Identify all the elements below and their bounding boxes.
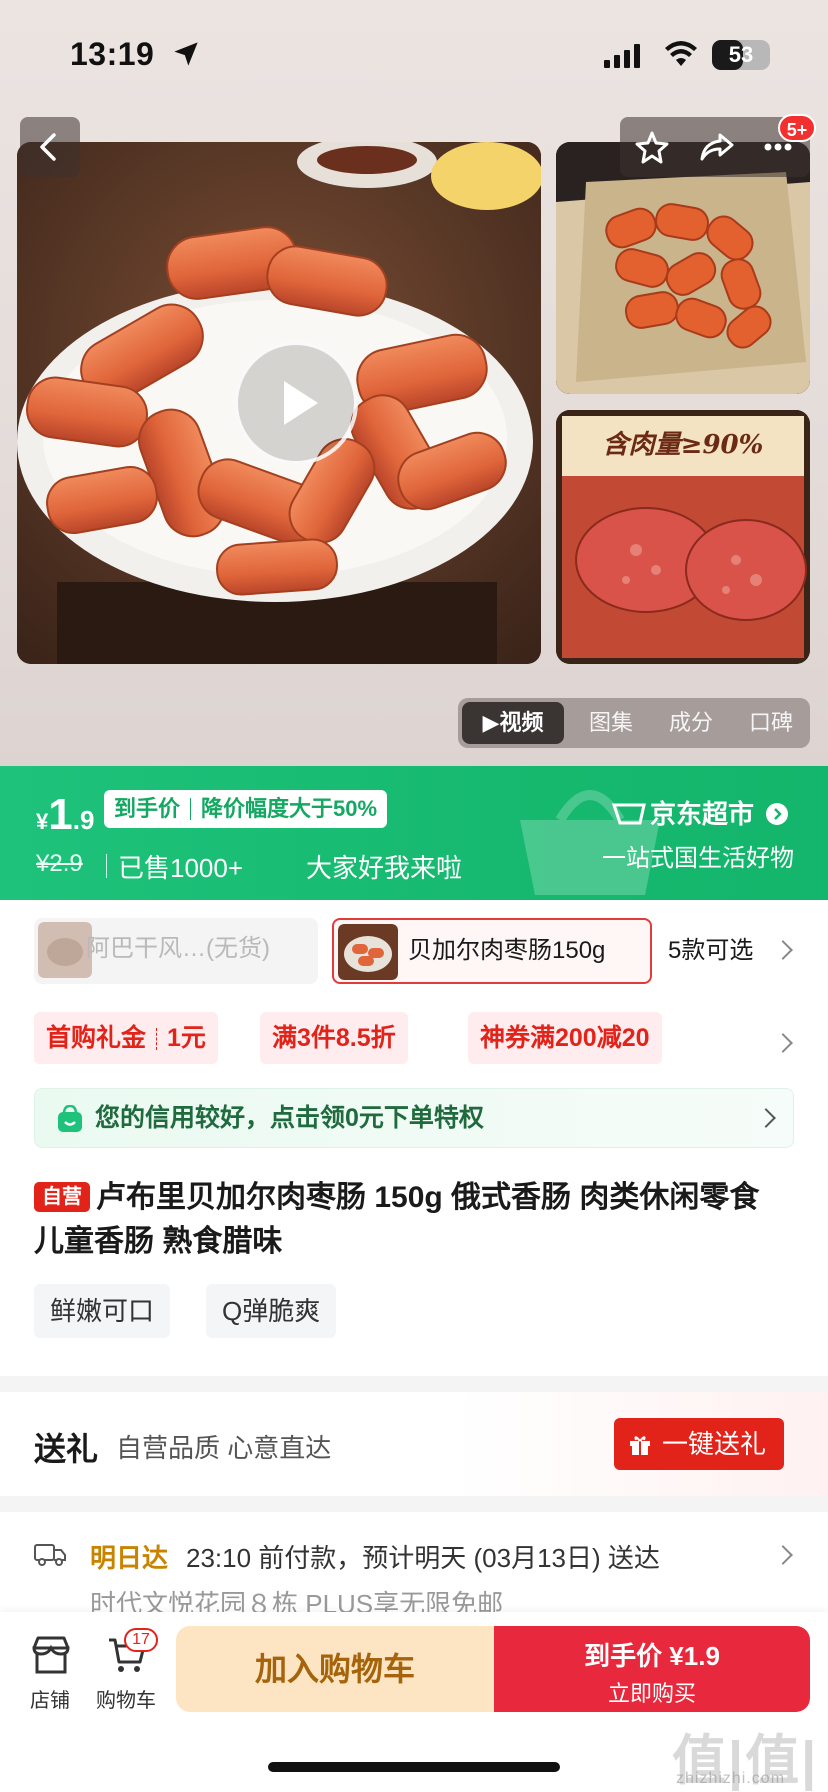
gift-section: 送礼 自营品质 心意直达 一键送礼: [0, 1392, 828, 1496]
chevron-right-icon: [773, 940, 793, 960]
price-slogan: 大家好我来啦: [306, 853, 463, 883]
chevron-left-icon: [40, 133, 56, 161]
next-day-label: 明日达: [90, 1543, 169, 1573]
product-title-text: 卢布里贝加尔肉枣肠 150g 俄式香肠 肉类休闲零食 儿童香肠 熟食腊味: [34, 1181, 760, 1258]
gallery-thumbnail-2[interactable]: 含肉量≥90%: [556, 410, 810, 664]
shop-button[interactable]: 店铺: [10, 1626, 90, 1722]
first-purchase-coupon[interactable]: 首购礼金 1元: [34, 1012, 218, 1064]
section-divider: [0, 1376, 828, 1392]
cellular-signal-icon: [604, 44, 640, 68]
chevron-right-icon: [756, 1108, 776, 1128]
product-title: 自营 卢布里贝加尔肉枣肠 150g 俄式香肠 肉类休闲零食 儿童香肠 熟食腊味: [34, 1176, 794, 1264]
feature-tag: Q弹脆爽: [206, 1284, 337, 1338]
gift-subtitle: 自营品质 心意直达: [116, 1433, 332, 1463]
play-icon: [284, 381, 318, 425]
tab-video[interactable]: ▶视频: [462, 702, 564, 744]
media-tab-bar: ▶视频 图集 成分 口碑: [458, 698, 810, 748]
star-icon: [635, 131, 669, 164]
variant-thumbnail: [38, 922, 92, 978]
delivery-info[interactable]: 明日达 23:10 前付款，预计明天 (03月13日) 送达 时代文悦花园８栋 …: [0, 1512, 828, 1619]
credit-privilege-banner[interactable]: 您的信用较好，点击领0元下单特权: [34, 1088, 794, 1148]
chevron-right-icon: [773, 1545, 793, 1565]
bulk-discount-coupon[interactable]: 满3件8.5折: [260, 1012, 408, 1064]
tab-ingredients[interactable]: 成分: [652, 698, 730, 748]
credit-text: 您的信用较好，点击领0元下单特权: [95, 1104, 484, 1132]
variant-count-link[interactable]: 5款可选: [668, 918, 753, 984]
buy-now-price: 到手价 ¥1.9: [584, 1641, 720, 1671]
price-band: ¥1.9 到手价 降价幅度大于50% ¥2.9 已售1000+ 大家好我来啦 京…: [0, 766, 828, 900]
cart-label: 购物车: [96, 1690, 156, 1712]
share-icon: [700, 133, 734, 161]
message-badge: 5+: [778, 114, 816, 142]
sausage-basket-image: [556, 142, 810, 394]
gift-title: 送礼: [34, 1431, 99, 1467]
tab-reviews[interactable]: 口碑: [732, 698, 810, 748]
home-indicator[interactable]: [268, 1762, 560, 1772]
watermark-domain: zhizhizhi.com: [676, 1770, 786, 1787]
original-price: ¥2.9: [36, 850, 83, 877]
price-tag: 到手价 降价幅度大于50%: [104, 790, 388, 828]
delivery-estimate: 23:10 前付款，预计明天 (03月13日) 送达: [186, 1543, 660, 1573]
back-button[interactable]: [20, 117, 80, 177]
sold-count: 已售1000+: [118, 853, 244, 883]
chevron-right-circle-icon: [766, 803, 789, 825]
status-time: 13:19: [70, 36, 155, 72]
location-arrow-icon: [174, 42, 198, 66]
meat-content-label: 含肉量≥90%: [602, 430, 764, 460]
add-to-cart-button[interactable]: 加入购物车: [176, 1626, 494, 1712]
divider: [106, 854, 107, 878]
send-gift-button[interactable]: 一键送礼: [614, 1418, 784, 1470]
self-operated-badge: 自营: [34, 1182, 90, 1212]
super-coupon[interactable]: 神券满200减20: [468, 1012, 662, 1064]
truck-icon: [34, 1544, 66, 1566]
buy-now-button[interactable]: 到手价 ¥1.9 立即购买: [494, 1626, 810, 1712]
favorite-button[interactable]: [622, 117, 682, 177]
jd-supermarket-link[interactable]: 京东超市: [611, 794, 789, 831]
variant-thumbnail: [338, 924, 398, 980]
gift-icon: [630, 1436, 650, 1455]
variant-label: 阿巴干风…(无货): [86, 935, 270, 962]
battery-icon: 53: [712, 40, 770, 70]
play-video-button[interactable]: [234, 341, 358, 465]
variant-option-unavailable[interactable]: 阿巴干风…(无货): [34, 918, 318, 984]
jd-market-logo-icon: [611, 803, 646, 825]
product-hero: 13:19 53 含肉量≥90% 5+ ▶视频 图集 成分 口碑: [0, 0, 828, 766]
share-button[interactable]: [686, 117, 746, 177]
gallery-thumbnail-1[interactable]: [556, 142, 810, 394]
store-icon: [32, 1636, 70, 1674]
bottom-action-bar: 店铺 购物车 17 加入购物车 到手价 ¥1.9 立即购买 值|值|值 zhiz…: [0, 1612, 828, 1792]
variant-selector: 阿巴干风…(无货) 贝加尔肉枣肠150g 5款可选: [0, 900, 828, 994]
market-subtitle: 一站式国生活好物: [602, 845, 794, 872]
variant-label: 贝加尔肉枣肠150g: [408, 937, 606, 964]
price-tag-right: 降价幅度大于50%: [201, 796, 378, 821]
shop-label: 店铺: [30, 1690, 70, 1712]
buy-now-label: 立即购买: [607, 1681, 696, 1706]
cart-count-badge: 17: [124, 1628, 158, 1652]
tab-gallery[interactable]: 图集: [572, 698, 650, 748]
chevron-right-icon[interactable]: [773, 1033, 793, 1053]
feature-tag: 鲜嫩可口: [34, 1284, 171, 1338]
current-price: ¥1.9: [36, 790, 95, 839]
battery-level: 53: [728, 42, 754, 67]
section-divider: [0, 1496, 828, 1512]
wifi-icon: [665, 41, 697, 66]
send-gift-label: 一键送礼: [662, 1429, 767, 1459]
coupon-row: 首购礼金 1元 满3件8.5折 神券满200减20: [0, 1004, 828, 1068]
main-product-video[interactable]: [17, 142, 541, 664]
status-bar: 13:19 53: [0, 0, 828, 100]
price-tag-left: 到手价: [114, 796, 181, 821]
variant-option-selected[interactable]: 贝加尔肉枣肠150g: [332, 918, 652, 984]
shopping-bag-icon: [58, 1105, 82, 1132]
